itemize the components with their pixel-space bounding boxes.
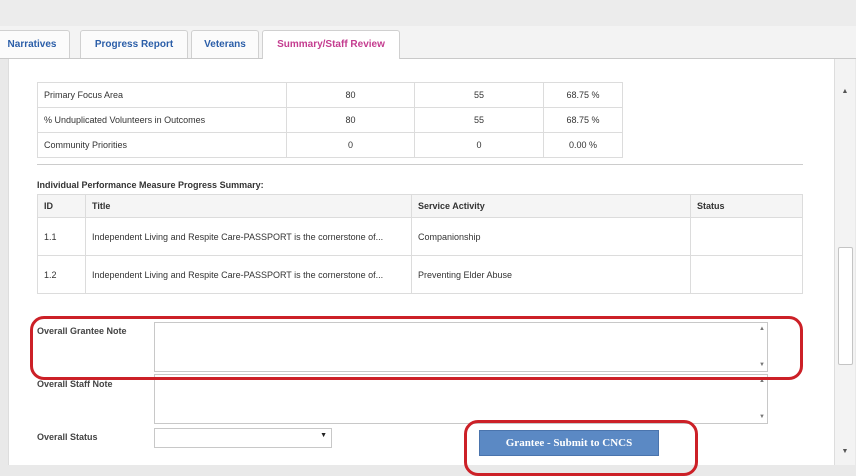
focus-value: 80 [286, 82, 415, 108]
chevron-down-icon[interactable]: ▼ [320, 432, 327, 439]
tab-label: Summary/Staff Review [277, 39, 385, 50]
section-divider [37, 164, 803, 165]
tab-progress-report[interactable]: Progress Report [80, 30, 188, 58]
tab-label: Progress Report [94, 39, 174, 50]
column-header-status: Status [690, 194, 803, 218]
focus-name: Primary Focus Area [37, 82, 287, 108]
tab-label: Narratives [7, 39, 57, 50]
scroll-up-icon[interactable]: ▲ [835, 85, 855, 99]
submit-button-highlight [464, 420, 698, 476]
focus-area-table: Primary Focus Area 80 55 68.75 % % Undup… [37, 82, 623, 158]
measure-title[interactable]: Independent Living and Respite Care-PASS… [85, 217, 412, 256]
status-select[interactable]: ▼ [154, 428, 332, 448]
measure-title[interactable]: Independent Living and Respite Care-PASS… [85, 255, 412, 294]
performance-measures-table: ID Title Service Activity Status 1.1 Ind… [37, 194, 803, 294]
staff-note-field[interactable]: ▲ ▼ [154, 374, 768, 424]
focus-name: % Unduplicated Volunteers in Outcomes [37, 107, 287, 133]
measure-activity: Companionship [411, 217, 691, 256]
table-row: Community Priorities 0 0 0.00 % [37, 132, 623, 158]
tab-label: Veterans [204, 39, 246, 50]
focus-value: 55 [414, 107, 544, 133]
focus-percent: 68.75 % [543, 82, 623, 108]
measure-activity: Preventing Elder Abuse [411, 255, 691, 294]
table-row: Primary Focus Area 80 55 68.75 % [37, 82, 623, 108]
scroll-down-icon[interactable]: ▼ [759, 414, 765, 420]
scroll-thumb[interactable] [838, 247, 853, 365]
measure-id: 1.2 [37, 255, 86, 294]
focus-value: 0 [414, 132, 544, 158]
focus-percent: 0.00 % [543, 132, 623, 158]
table-header-row: ID Title Service Activity Status [37, 194, 803, 218]
measure-status [690, 217, 803, 256]
focus-percent: 68.75 % [543, 107, 623, 133]
scroll-down-icon[interactable]: ▼ [835, 445, 855, 459]
table-row[interactable]: 1.1 Independent Living and Respite Care-… [37, 217, 803, 256]
focus-value: 0 [286, 132, 415, 158]
column-header-activity: Service Activity [411, 194, 691, 218]
table-row[interactable]: 1.2 Independent Living and Respite Care-… [37, 255, 803, 294]
status-label: Overall Status [37, 432, 98, 442]
tab-summary-staff-review[interactable]: Summary/Staff Review [262, 30, 400, 59]
measure-id: 1.1 [37, 217, 86, 256]
column-header-id: ID [37, 194, 86, 218]
focus-value: 80 [286, 107, 415, 133]
measure-status [690, 255, 803, 294]
column-header-title: Title [85, 194, 412, 218]
table-row: % Unduplicated Volunteers in Outcomes 80… [37, 107, 623, 133]
vertical-scrollbar[interactable]: ▲ ▼ [834, 59, 855, 465]
tab-veterans[interactable]: Veterans [191, 30, 259, 58]
grantee-note-highlight [30, 316, 803, 380]
measures-section-title: Individual Performance Measure Progress … [37, 180, 264, 190]
focus-name: Community Priorities [37, 132, 287, 158]
focus-value: 55 [414, 82, 544, 108]
tab-bar: Narratives Progress Report Veterans Summ… [0, 26, 856, 59]
staff-note-label: Overall Staff Note [37, 379, 113, 389]
top-bar [0, 0, 856, 26]
tab-narratives[interactable]: Narratives [0, 30, 70, 58]
